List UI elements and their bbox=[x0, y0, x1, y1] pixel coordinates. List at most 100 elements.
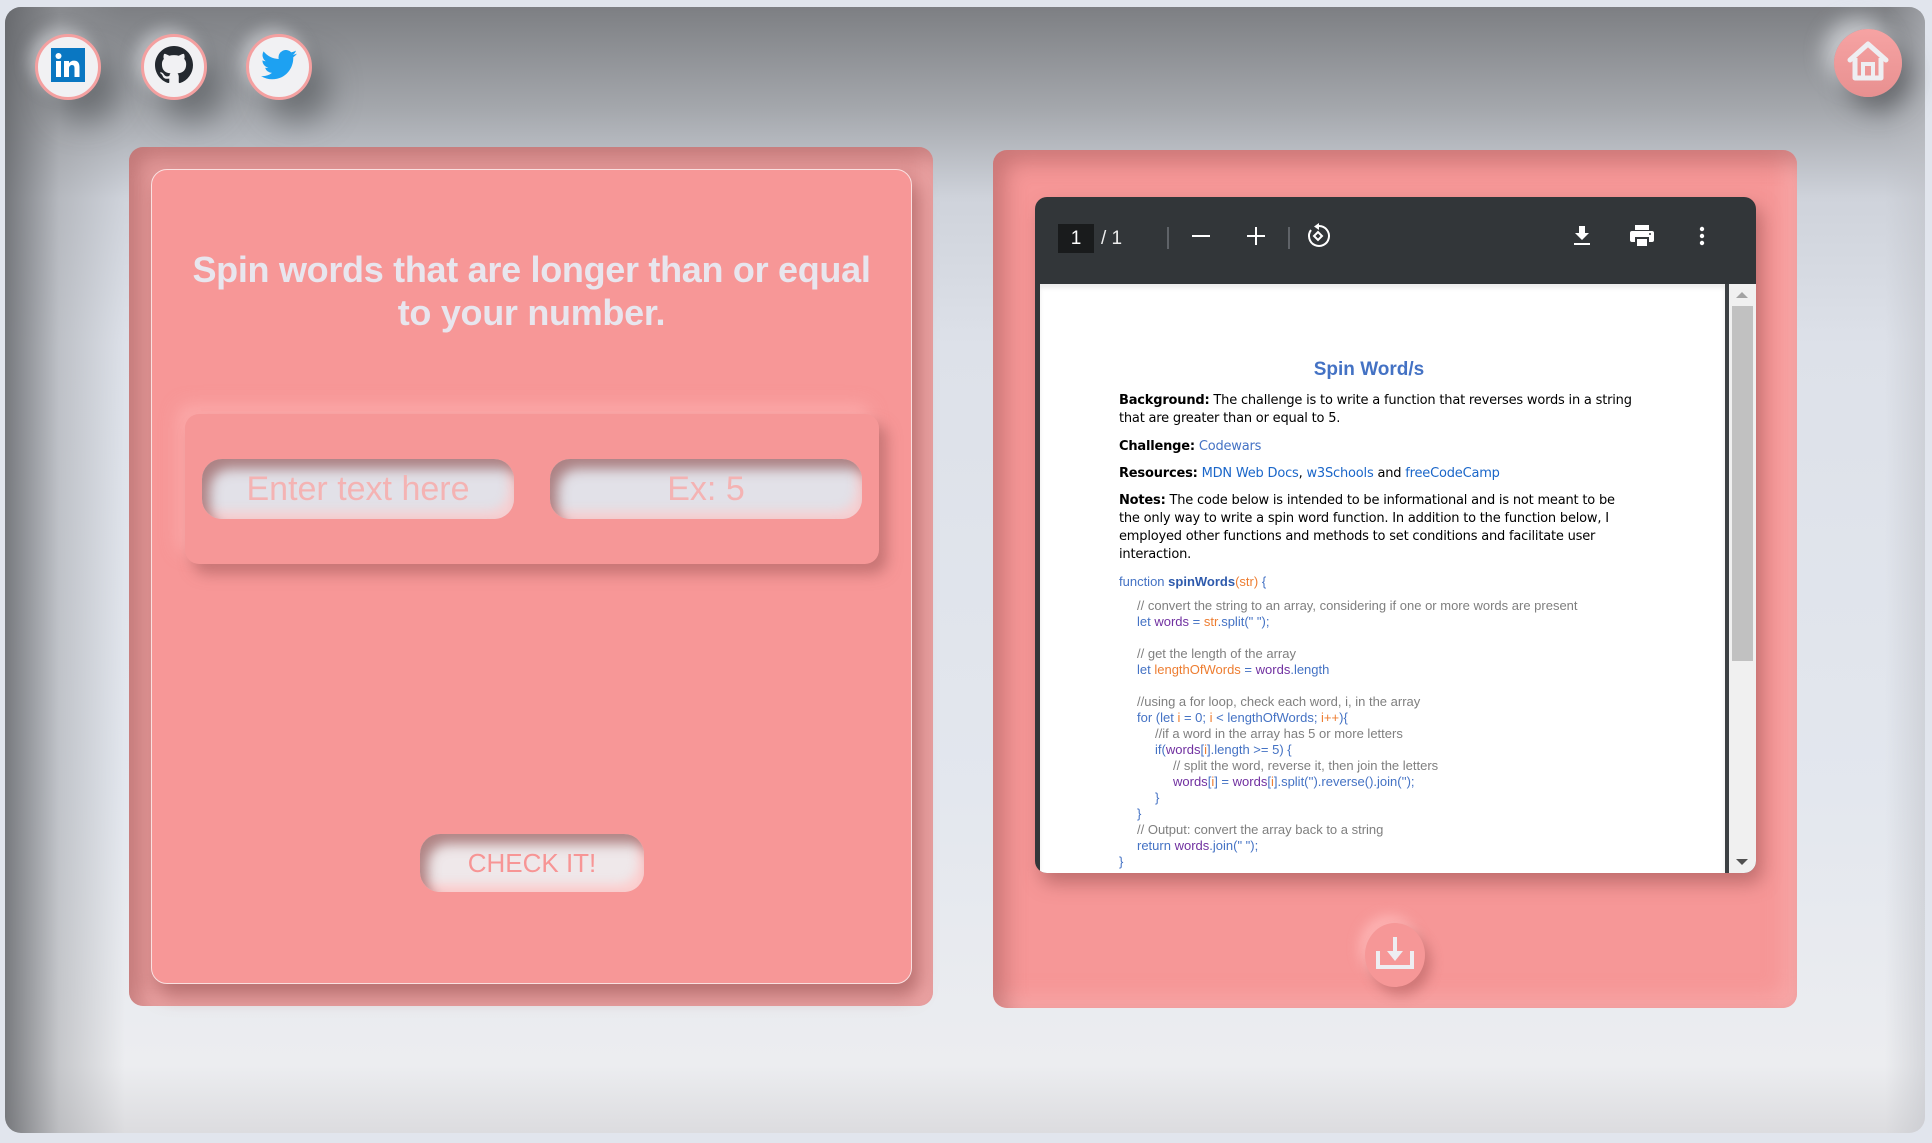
text-input[interactable] bbox=[202, 459, 514, 519]
challenge-card: Spin words that are longer than or equal… bbox=[151, 169, 912, 984]
zoom-out-button[interactable] bbox=[1184, 221, 1218, 255]
github-icon bbox=[155, 45, 193, 89]
number-input[interactable] bbox=[550, 459, 862, 519]
linkedin-link[interactable] bbox=[35, 34, 101, 100]
toolbar-divider bbox=[1167, 227, 1169, 249]
code-token: words bbox=[1255, 662, 1291, 677]
code-token: .split(" "); bbox=[1217, 614, 1270, 629]
challenge-panel: Spin words that are longer than or equal… bbox=[129, 147, 933, 1006]
challenge-paragraph: Challenge: Codewars bbox=[1119, 438, 1639, 456]
code-line: let lengthOfWords = words.length bbox=[1137, 662, 1329, 678]
code-token: return bbox=[1137, 838, 1175, 853]
resources-and: and bbox=[1373, 466, 1406, 481]
code-token: // convert the string to an array, consi… bbox=[1137, 598, 1578, 613]
pdf-scrollbar[interactable] bbox=[1729, 284, 1756, 873]
code-line: for (let i = 0; i < lengthOfWords; i++){ bbox=[1137, 710, 1348, 726]
pdf-toolbar: 1 / 1 bbox=[1035, 197, 1756, 284]
home-button[interactable] bbox=[1834, 29, 1902, 97]
code-token: = 0; bbox=[1180, 710, 1210, 725]
challenge-title: Spin words that are longer than or equal… bbox=[192, 249, 871, 333]
document-title: Spin Word/s bbox=[1313, 359, 1425, 380]
scroll-thumb[interactable] bbox=[1732, 306, 1753, 661]
code-line: if(words[i].length >= 5) { bbox=[1155, 742, 1292, 758]
twitter-icon bbox=[261, 49, 297, 85]
code-token: lengthOfWords bbox=[1154, 662, 1241, 677]
code-token: words bbox=[1174, 838, 1210, 853]
background-paragraph: Background: The challenge is to write a … bbox=[1119, 392, 1639, 428]
page-number-input[interactable]: 1 bbox=[1058, 224, 1094, 253]
code-token: //using a for loop, check each word, i, … bbox=[1137, 694, 1421, 709]
code-line: words[i] = words[i].split('').reverse().… bbox=[1173, 774, 1415, 790]
code-token: //if a word in the array has 5 or more l… bbox=[1155, 726, 1403, 741]
code-token: = bbox=[1240, 662, 1256, 677]
scroll-up-arrow-icon[interactable] bbox=[1736, 292, 1748, 298]
code-line: // convert the string to an array, consi… bbox=[1137, 598, 1578, 614]
rotate-button[interactable] bbox=[1301, 221, 1335, 255]
code-line: } bbox=[1119, 854, 1123, 870]
notes-paragraph: Notes: The code below is intended to be … bbox=[1119, 492, 1639, 564]
code-token: words bbox=[1154, 614, 1190, 629]
code-token: for (let bbox=[1137, 710, 1178, 725]
code-token: < lengthOfWords; bbox=[1212, 710, 1322, 725]
code-token: .join(" "); bbox=[1209, 838, 1259, 853]
mdn-link[interactable]: MDN Web Docs bbox=[1202, 466, 1299, 481]
code-token: words bbox=[1165, 742, 1201, 757]
notes-label: Notes: bbox=[1119, 493, 1166, 508]
freecodecamp-link[interactable]: freeCodeCamp bbox=[1405, 466, 1500, 481]
toolbar-divider bbox=[1288, 227, 1290, 249]
code-token: i++ bbox=[1321, 710, 1340, 725]
code-token: ].split('').reverse().join(''); bbox=[1273, 774, 1415, 789]
w3schools-link[interactable]: w3Schools bbox=[1306, 466, 1373, 481]
print-icon bbox=[1629, 224, 1655, 253]
download-tray-icon bbox=[1375, 935, 1415, 976]
background-label: Background: bbox=[1119, 393, 1210, 408]
code-token: spinWords bbox=[1168, 574, 1236, 589]
twitter-link[interactable] bbox=[246, 34, 312, 100]
home-icon bbox=[1846, 40, 1890, 87]
scroll-down-arrow-icon[interactable] bbox=[1736, 859, 1748, 865]
download-pdf-button[interactable] bbox=[1365, 923, 1425, 987]
code-token: // split the word, reverse it, then join… bbox=[1173, 758, 1439, 773]
code-line: let words = str.split(" "); bbox=[1137, 614, 1269, 630]
pdf-page: Spin Word/s Background: The challenge is… bbox=[1040, 284, 1725, 873]
code-token: ].length >= 5) { bbox=[1207, 742, 1292, 757]
github-link[interactable] bbox=[141, 34, 207, 100]
codewars-link[interactable]: Codewars bbox=[1199, 439, 1262, 454]
code-token: ){ bbox=[1339, 710, 1348, 725]
pdf-viewer: 1 / 1 Spin Word/s Background: The challe… bbox=[1035, 197, 1756, 873]
code-token: words bbox=[1232, 774, 1268, 789]
code-token: words bbox=[1173, 774, 1208, 789]
code-line: // split the word, reverse it, then join… bbox=[1173, 758, 1438, 774]
print-button[interactable] bbox=[1625, 221, 1659, 255]
code-token: } bbox=[1137, 806, 1142, 821]
code-line: function spinWords(str) { bbox=[1119, 574, 1266, 590]
code-token: } bbox=[1155, 790, 1160, 805]
zoom-in-button[interactable] bbox=[1239, 221, 1273, 255]
resources-label: Resources: bbox=[1119, 466, 1198, 481]
zoom-out-icon bbox=[1191, 226, 1211, 251]
code-token: { bbox=[1258, 574, 1267, 589]
code-token: str bbox=[1203, 614, 1218, 629]
code-token: (str) bbox=[1235, 574, 1259, 589]
code-token: let bbox=[1137, 662, 1155, 677]
input-form bbox=[185, 414, 879, 564]
download-button[interactable] bbox=[1565, 221, 1599, 255]
code-line: //using a for loop, check each word, i, … bbox=[1137, 694, 1420, 710]
code-token: ] = bbox=[1214, 774, 1233, 789]
code-token: = bbox=[1189, 614, 1204, 629]
code-token: let bbox=[1137, 614, 1155, 629]
linkedin-icon bbox=[51, 47, 85, 87]
code-token: // Output: convert the array back to a s… bbox=[1137, 822, 1384, 837]
code-line: } bbox=[1155, 790, 1159, 806]
code-line: //if a word in the array has 5 or more l… bbox=[1155, 726, 1403, 742]
pdf-panel: 1 / 1 Spin Word/s Background: The challe… bbox=[993, 150, 1797, 1008]
download-icon bbox=[1572, 225, 1592, 252]
code-token: // get the length of the array bbox=[1137, 646, 1296, 661]
code-line: // get the length of the array bbox=[1137, 646, 1296, 662]
code-token: if( bbox=[1155, 742, 1166, 757]
more-options-button[interactable] bbox=[1685, 221, 1719, 255]
zoom-in-icon bbox=[1246, 226, 1266, 251]
notes-text: The code below is intended to be informa… bbox=[1119, 493, 1615, 562]
check-it-button[interactable]: CHECK IT! bbox=[420, 834, 644, 892]
code-token: .length bbox=[1290, 662, 1330, 677]
